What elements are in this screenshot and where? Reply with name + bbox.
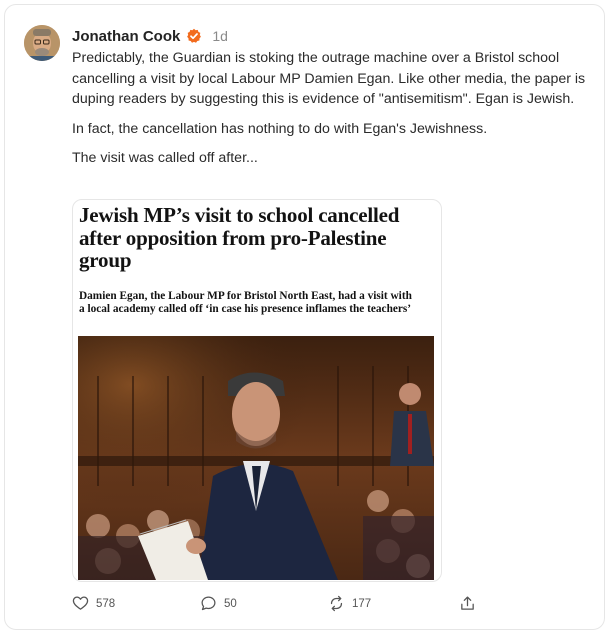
post-header: Jonathan Cook 1d (72, 26, 228, 46)
verified-icon (186, 28, 202, 44)
author-name[interactable]: Jonathan Cook (72, 28, 180, 45)
article-standfirst: Damien Egan, the Labour MP for Bristol N… (79, 290, 412, 315)
post-timestamp: 1d (212, 28, 228, 44)
reply-button[interactable]: 50 (200, 595, 237, 612)
reply-count: 50 (224, 597, 237, 610)
repost-count: 177 (352, 597, 372, 610)
post-actions: 578 50 177 (72, 593, 482, 615)
post-paragraph: Predictably, the Guardian is stoking the… (72, 50, 586, 107)
comment-icon (201, 596, 216, 611)
embedded-article-image[interactable]: Jewish MP’s visit to school cancelled af… (72, 199, 442, 582)
article-headline: Jewish MP’s visit to school cancelled af… (79, 203, 400, 272)
repost-icon (330, 595, 343, 612)
post-paragraph[interactable]: The visit was called off after... (72, 148, 592, 169)
share-icon (461, 596, 474, 610)
share-button[interactable] (459, 595, 483, 612)
post-body: Predictably, the Guardian is stoking the… (72, 48, 592, 178)
heart-icon (72, 596, 89, 610)
repost-button[interactable]: 177 (328, 595, 371, 612)
post-paragraph: In fact, the cancellation has nothing to… (72, 120, 488, 137)
like-button[interactable]: 578 (72, 595, 115, 612)
like-count: 578 (96, 597, 116, 610)
article-photo (78, 336, 434, 580)
author-avatar[interactable] (24, 25, 60, 61)
